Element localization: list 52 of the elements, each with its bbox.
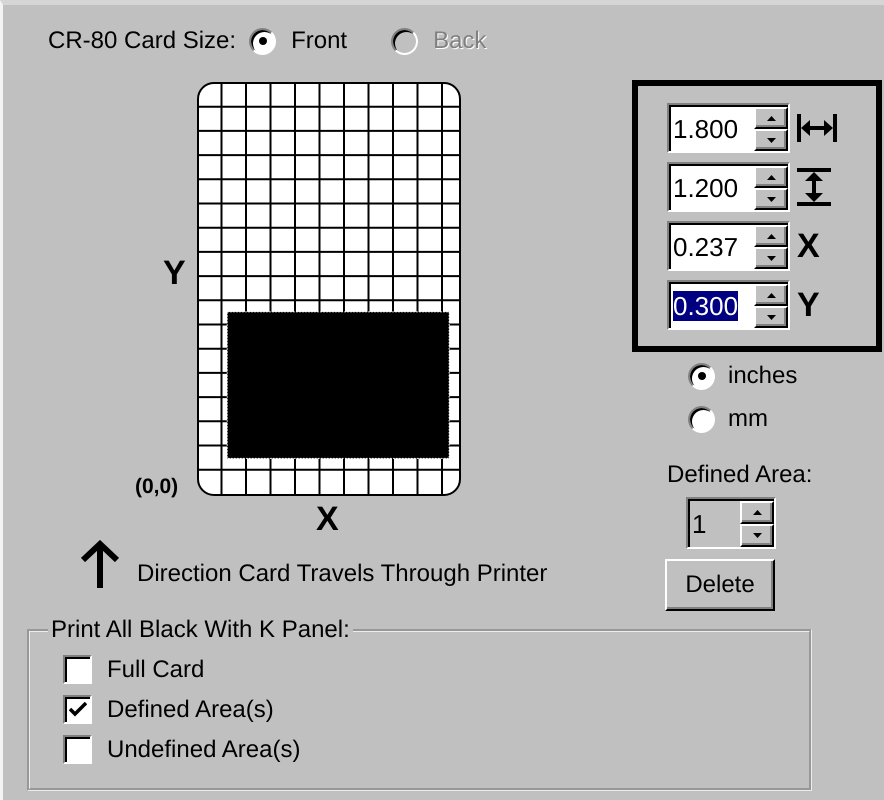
- radio-label[interactable]: Front: [291, 29, 348, 53]
- defined-area-label: Defined Area:: [667, 461, 814, 489]
- checkbox[interactable]: [63, 655, 92, 684]
- spin-up-button[interactable]: [754, 107, 788, 129]
- axis-label: Y: [797, 288, 820, 322]
- spin-up-button[interactable]: [754, 225, 788, 247]
- x-axis-label: X: [316, 502, 339, 536]
- radio-button[interactable]: [688, 406, 715, 432]
- spin-down-button[interactable]: [754, 247, 788, 269]
- checkbox-label[interactable]: Undefined Area(s): [107, 738, 300, 762]
- direction-caption: Direction Card Travels Through Printer: [137, 560, 548, 588]
- checkbox-label[interactable]: Full Card: [107, 658, 204, 682]
- checkbox-label[interactable]: Defined Area(s): [107, 698, 274, 722]
- caret-down-icon: [766, 196, 776, 202]
- checkmark-icon: [68, 702, 86, 717]
- field-value: 1.800: [673, 114, 738, 144]
- radio-button[interactable]: [688, 362, 715, 390]
- checkbox[interactable]: [63, 695, 92, 724]
- caret-up-icon: [766, 174, 776, 180]
- field-value: 1: [692, 509, 706, 539]
- y-axis-label: Y: [163, 256, 186, 290]
- number-field[interactable]: 1.800: [667, 103, 790, 153]
- field-value: 0.237: [673, 232, 738, 262]
- delete-button[interactable]: Delete: [665, 559, 775, 611]
- caret-up-icon: [766, 292, 776, 298]
- radio-label[interactable]: inches: [728, 364, 798, 388]
- spin-down-button[interactable]: [754, 306, 788, 328]
- caret-down-icon: [752, 533, 762, 538]
- spin-up-button[interactable]: [754, 284, 788, 306]
- number-field[interactable]: 0.237: [667, 221, 790, 271]
- origin-label: (0,0): [135, 476, 178, 497]
- spin-down-button[interactable]: [754, 188, 788, 210]
- axis-label: X: [797, 229, 820, 263]
- caret-up-icon: [766, 234, 776, 238]
- number-field[interactable]: 1.200: [667, 162, 790, 212]
- caret-up-icon: [766, 116, 776, 120]
- caret-down-icon: [766, 138, 776, 142]
- card-size-label: CR-80 Card Size:: [48, 29, 236, 53]
- group-title: Print All Black With K Panel:: [50, 617, 351, 643]
- spin-up-button[interactable]: [754, 166, 788, 188]
- radio-button[interactable]: [249, 28, 276, 54]
- spin-down-button[interactable]: [754, 129, 788, 151]
- width-arrows-icon: [797, 114, 837, 142]
- field-value: 1.200: [673, 173, 738, 203]
- field-value: 0.300: [673, 291, 738, 321]
- caret-down-icon: [766, 256, 776, 260]
- radio-label[interactable]: mm: [728, 407, 768, 431]
- caret-up-icon: [752, 510, 762, 515]
- height-arrows-icon: [797, 168, 831, 206]
- caret-down-icon: [766, 314, 776, 320]
- checkbox[interactable]: [63, 735, 92, 764]
- number-field[interactable]: 0.300: [667, 280, 790, 330]
